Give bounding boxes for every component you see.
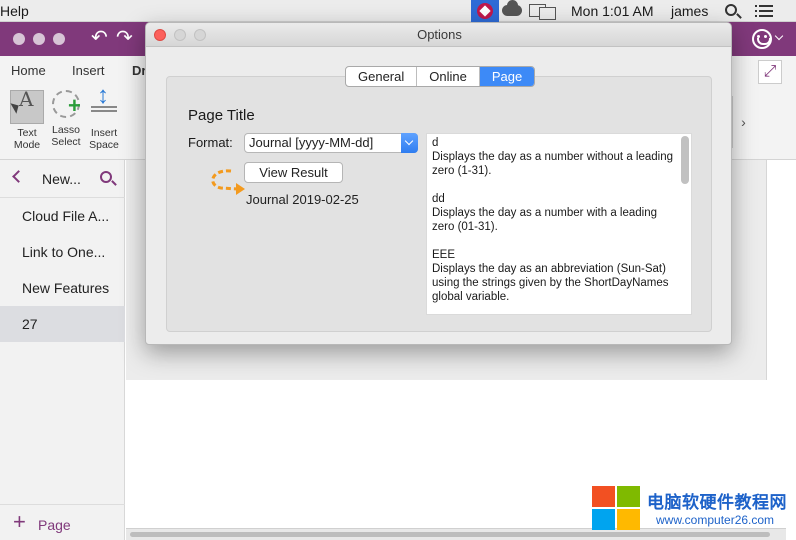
menu-clock[interactable]: Mon 1:01 AM [571,3,654,19]
tab-page[interactable]: Page [479,67,535,86]
add-page-button[interactable]: + Page [0,504,125,540]
arrow-annotation-icon [211,169,245,195]
section-title[interactable]: New... [42,171,81,187]
list-item[interactable]: 27 [0,306,125,342]
insert-space-label: Insert Space [89,127,119,151]
plus-icon: + [13,509,26,534]
watermark-url: www.computer26.com [656,513,775,527]
lasso-select-icon [52,90,81,118]
help-token: d [432,137,439,149]
screen-mirroring-icon[interactable] [529,4,556,20]
tab-home[interactable]: Home [11,63,46,78]
insert-space-button[interactable]: Insert Space [84,90,124,151]
add-page-label: Page [38,517,71,533]
spotlight-icon[interactable] [725,4,737,16]
chevron-down-icon[interactable] [401,133,418,153]
text-mode-label: Text Mode [13,127,41,151]
gem-icon [477,3,493,19]
menu-bar: Help Mon 1:01 AM james [0,0,796,22]
dialog-titlebar: Options [146,23,731,47]
list-item[interactable]: New Features [0,270,125,306]
redo-icon[interactable]: ↷ [116,27,133,49]
dialog-title: Options [417,27,462,42]
page-list-pane: New... Cloud File A... Link to One... Ne… [0,160,125,540]
tab-general[interactable]: General [346,67,418,86]
help-token: dd [432,193,445,205]
format-label: Format: [188,135,233,150]
window-close-button[interactable] [13,33,25,45]
format-select-value: Journal [yyyy-MM-dd] [249,135,374,150]
windows-logo-icon [592,486,642,532]
view-result-button[interactable]: View Result [244,162,343,183]
watermark-title: 电脑软硬件教程网 [647,493,787,512]
format-help-text: d Displays the day as a number without a… [432,136,674,314]
watermark: 电脑软硬件教程网 www.computer26.com [592,486,796,540]
feedback-smiley-icon[interactable] [752,29,772,49]
expand-icon[interactable]: ⤢ [758,60,782,84]
help-token: EEE [432,249,456,261]
ribbon-scroll-right-button[interactable]: › [732,96,754,148]
tab-online[interactable]: Online [417,67,480,86]
cloud-icon[interactable] [502,0,522,16]
help-menu[interactable]: Help [0,3,29,19]
format-select[interactable]: Journal [yyyy-MM-dd] [244,133,418,153]
format-help-textbox[interactable]: d Displays the day as a number without a… [426,133,692,315]
text-mode-button[interactable]: Text Mode [7,90,47,151]
page-settings-panel: Page Title Format: Journal [yyyy-MM-dd] … [166,76,712,332]
help-description: Displays the day as an abbreviation (Sun… [432,263,669,303]
lasso-select-label: Lasso Select [51,124,81,148]
vertical-scrollbar[interactable] [681,136,689,184]
lasso-select-button[interactable]: Lasso Select [46,90,86,148]
help-description: Displays the day as a number with a lead… [432,207,658,233]
section-header: New... [0,160,125,198]
help-description: Displays the day as a number without a l… [432,151,674,177]
window-minimize-button[interactable] [33,33,45,45]
back-icon[interactable] [12,170,25,183]
insert-space-icon [87,90,121,124]
search-icon[interactable] [100,171,112,183]
options-dialog: Options Page Title Format: Journal [yyyy… [145,22,732,345]
chevron-down-icon[interactable] [774,31,784,41]
result-text: Journal 2019-02-25 [246,192,359,207]
list-item[interactable]: Cloud File A... [0,198,125,234]
menu-user[interactable]: james [671,3,708,19]
list-item[interactable]: Link to One... [0,234,125,270]
gem-status-item[interactable] [471,0,499,22]
list-icon[interactable] [755,5,773,17]
options-tab-bar: General Online Page [345,66,536,87]
window-zoom-button[interactable] [53,33,65,45]
page-title-heading: Page Title [188,107,255,124]
tab-insert[interactable]: Insert [72,63,105,78]
text-mode-icon [10,90,44,124]
undo-icon[interactable]: ↶ [91,27,108,49]
